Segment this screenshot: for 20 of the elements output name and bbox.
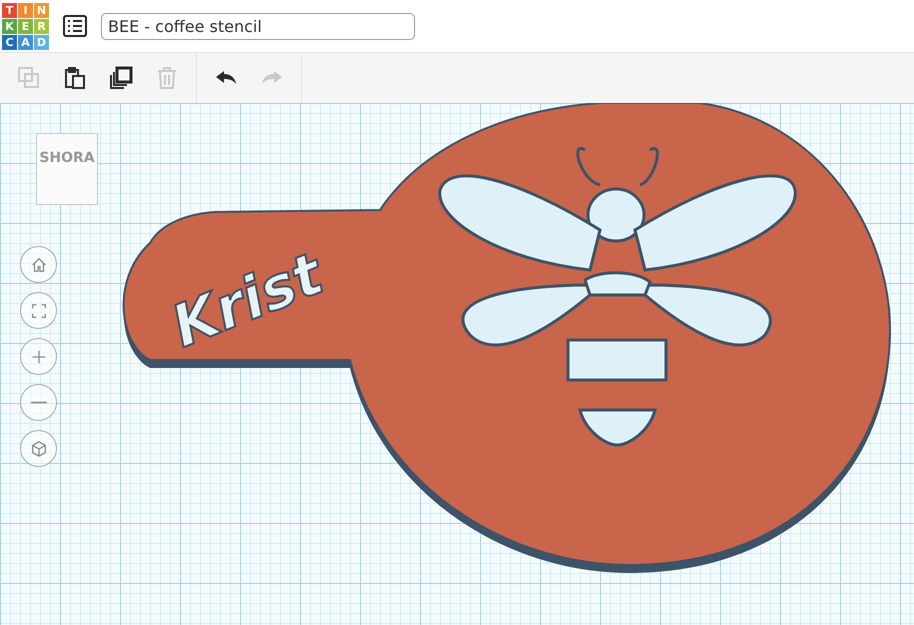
app-logo[interactable]: T I N K E R C A D — [2, 2, 49, 50]
menu-list-icon[interactable] — [63, 15, 87, 37]
paste-icon — [63, 66, 87, 90]
cube-icon — [30, 440, 48, 458]
copy-icon — [17, 66, 41, 90]
model-engraving-text: Krist — [162, 239, 332, 361]
perspective-button[interactable] — [20, 430, 57, 467]
trash-icon — [155, 66, 179, 90]
zoom-in-button[interactable] — [20, 338, 57, 375]
home-button[interactable] — [20, 246, 57, 283]
zoom-out-button[interactable] — [20, 384, 57, 421]
design-title-field[interactable]: BEE - coffee stencil — [101, 12, 415, 40]
zoom-in-icon — [30, 348, 48, 366]
workplane-grid[interactable]: Krist SHORA — [0, 103, 914, 625]
zoom-out-icon — [30, 401, 48, 404]
duplicate-icon — [109, 66, 133, 90]
view-cube[interactable]: SHORA — [36, 133, 98, 205]
fit-view-icon — [30, 302, 48, 320]
home-icon — [30, 256, 48, 274]
fit-button[interactable] — [20, 292, 57, 329]
